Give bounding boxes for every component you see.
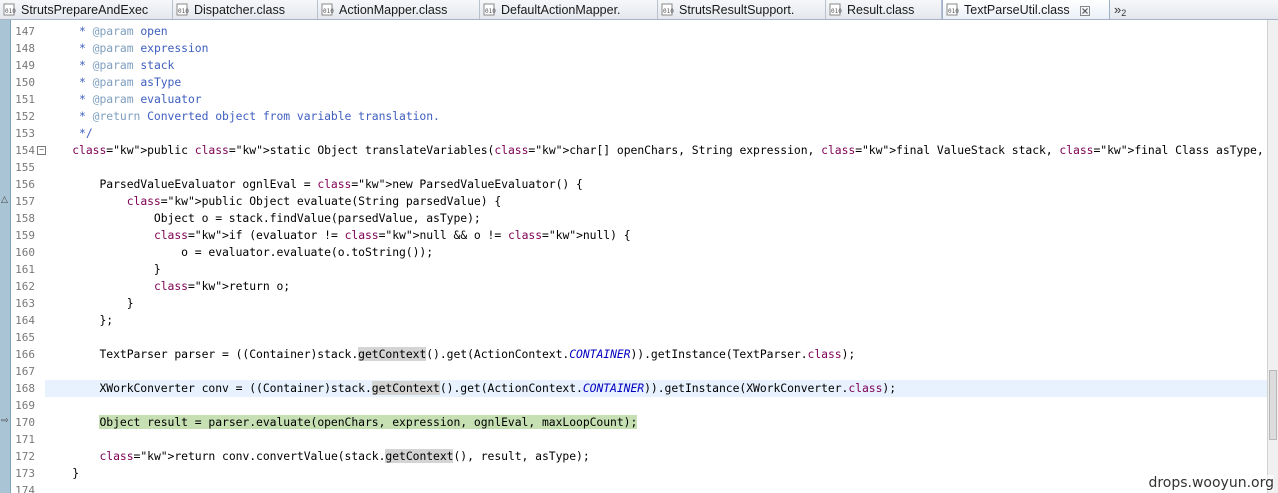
svg-text:010: 010 bbox=[831, 8, 842, 15]
tab-label: ActionMapper.class bbox=[339, 2, 448, 17]
tab-label: TextParseUtil.class bbox=[964, 2, 1070, 17]
watermark: drops.wooyun.org bbox=[1148, 475, 1274, 491]
code-line[interactable]: class="kw">if (evaluator != class="kw">n… bbox=[45, 227, 1267, 244]
line-number: 147 bbox=[15, 25, 35, 38]
line-number: 148 bbox=[15, 42, 35, 55]
code-line[interactable] bbox=[45, 329, 1267, 346]
class-file-icon: 010 bbox=[176, 3, 190, 16]
code-line[interactable] bbox=[45, 431, 1267, 448]
line-number: 174 bbox=[15, 484, 35, 493]
code-line[interactable]: * @param expression bbox=[45, 40, 1267, 57]
line-number: 160 bbox=[15, 246, 35, 259]
tab-default-action-mapper[interactable]: 010 DefaultActionMapper. bbox=[480, 0, 658, 19]
code-line[interactable]: * @param open bbox=[45, 23, 1267, 40]
line-number: 157 bbox=[15, 195, 35, 208]
line-number: 150 bbox=[15, 76, 35, 89]
vertical-ruler: △ ⇨ bbox=[0, 20, 11, 493]
line-number: 166 bbox=[15, 348, 35, 361]
line-number: 168 bbox=[15, 382, 35, 395]
code-line[interactable]: */ bbox=[45, 125, 1267, 142]
line-number: 151 bbox=[15, 93, 35, 106]
line-number: 153 bbox=[15, 127, 35, 140]
line-number: 158 bbox=[15, 212, 35, 225]
code-line[interactable]: class="kw">return o; bbox=[45, 278, 1267, 295]
line-number: 171 bbox=[15, 433, 35, 446]
class-file-icon: 010 bbox=[483, 3, 497, 16]
tab-label: Result.class bbox=[847, 2, 915, 17]
line-number: 156 bbox=[15, 178, 35, 191]
code-line[interactable]: Object o = stack.findValue(parsedValue, … bbox=[45, 210, 1267, 227]
svg-text:010: 010 bbox=[5, 8, 16, 15]
line-number: 159 bbox=[15, 229, 35, 242]
code-line[interactable]: }; bbox=[45, 312, 1267, 329]
code-line[interactable]: } bbox=[45, 295, 1267, 312]
code-line[interactable]: class="kw">return conv.convertValue(stac… bbox=[45, 448, 1267, 465]
tab-label: StrutsPrepareAndExec bbox=[21, 2, 149, 17]
tab-action-mapper[interactable]: 010 ActionMapper.class bbox=[318, 0, 480, 19]
close-icon[interactable] bbox=[1079, 5, 1090, 16]
code-line[interactable] bbox=[45, 482, 1267, 493]
code-line[interactable] bbox=[45, 397, 1267, 414]
line-number: 172 bbox=[15, 450, 35, 463]
tab-dispatcher[interactable]: 010 Dispatcher.class bbox=[173, 0, 318, 19]
code-editor[interactable]: △ ⇨ 147 148 149 150 151 152 153 154−155 156 157 158… bbox=[0, 20, 1278, 493]
override-marker-icon[interactable]: △ bbox=[1, 195, 8, 205]
line-number: 164 bbox=[15, 314, 35, 327]
code-line[interactable]: } bbox=[45, 465, 1267, 482]
line-number: 162 bbox=[15, 280, 35, 293]
code-line[interactable]: XWorkConverter conv = ((Container)stack.… bbox=[45, 380, 1267, 397]
tab-label: StrutsResultSupport. bbox=[679, 2, 795, 17]
tab-struts-prepare-and-exec[interactable]: 010 StrutsPrepareAndExec bbox=[0, 0, 173, 19]
line-number: 149 bbox=[15, 59, 35, 72]
code-line[interactable] bbox=[45, 363, 1267, 380]
code-line[interactable]: } bbox=[45, 261, 1267, 278]
line-number: 167 bbox=[15, 365, 35, 378]
code-line[interactable]: TextParser parser = ((Container)stack.ge… bbox=[45, 346, 1267, 363]
class-file-icon: 010 bbox=[661, 3, 675, 16]
class-file-icon: 010 bbox=[946, 3, 960, 16]
line-number: 170 bbox=[15, 416, 35, 429]
class-file-icon: 010 bbox=[829, 3, 843, 16]
line-number: 169 bbox=[15, 399, 35, 412]
code-line[interactable]: * @return Converted object from variable… bbox=[45, 108, 1267, 125]
editor-tab-bar: 010 StrutsPrepareAndExec 010 Dispatcher.… bbox=[0, 0, 1278, 20]
code-line[interactable]: class="kw">public Object evaluate(String… bbox=[45, 193, 1267, 210]
line-number: 165 bbox=[15, 331, 35, 344]
code-line[interactable]: * @param asType bbox=[45, 74, 1267, 91]
vertical-scrollbar[interactable] bbox=[1267, 20, 1278, 493]
code-line[interactable]: o = evaluator.evaluate(o.toString()); bbox=[45, 244, 1267, 261]
line-number-gutter: 147 148 149 150 151 152 153 154−155 156 157 158 159… bbox=[11, 20, 46, 493]
line-number: 173 bbox=[15, 467, 35, 480]
line-number: 154 bbox=[15, 144, 35, 157]
code-line[interactable]: * @param stack bbox=[45, 57, 1267, 74]
chevron-right-icon: » bbox=[1114, 2, 1121, 17]
code-line[interactable]: class="kw">public class="kw">static Obje… bbox=[45, 142, 1267, 159]
class-file-icon: 010 bbox=[3, 3, 17, 16]
class-file-icon: 010 bbox=[321, 3, 335, 16]
code-line[interactable]: * @param evaluator bbox=[45, 91, 1267, 108]
line-number: 163 bbox=[15, 297, 35, 310]
tab-overflow-button[interactable]: » 2 bbox=[1114, 0, 1126, 19]
instruction-pointer-icon[interactable]: ⇨ bbox=[1, 416, 9, 426]
line-number: 161 bbox=[15, 263, 35, 276]
tab-label: DefaultActionMapper. bbox=[501, 2, 621, 17]
svg-text:010: 010 bbox=[178, 8, 189, 15]
svg-text:010: 010 bbox=[663, 8, 674, 15]
scrollbar-thumb[interactable] bbox=[1269, 370, 1277, 440]
code-area[interactable]: * @param open * @param expression * @par… bbox=[45, 20, 1267, 493]
line-number: 152 bbox=[15, 110, 35, 123]
tab-struts-result-support[interactable]: 010 StrutsResultSupport. bbox=[658, 0, 826, 19]
hidden-tab-count: 2 bbox=[1121, 7, 1127, 18]
svg-text:010: 010 bbox=[948, 8, 959, 15]
tab-text-parse-util[interactable]: 010 TextParseUtil.class bbox=[942, 0, 1110, 19]
tab-label: Dispatcher.class bbox=[194, 2, 286, 17]
svg-text:010: 010 bbox=[323, 8, 334, 15]
line-number: 155 bbox=[15, 161, 35, 174]
code-line[interactable]: Object result = parser.evaluate(openChar… bbox=[45, 414, 1267, 431]
svg-text:010: 010 bbox=[485, 8, 496, 15]
tab-result[interactable]: 010 Result.class bbox=[826, 0, 942, 19]
code-line[interactable] bbox=[45, 159, 1267, 176]
code-line[interactable]: ParsedValueEvaluator ognlEval = class="k… bbox=[45, 176, 1267, 193]
